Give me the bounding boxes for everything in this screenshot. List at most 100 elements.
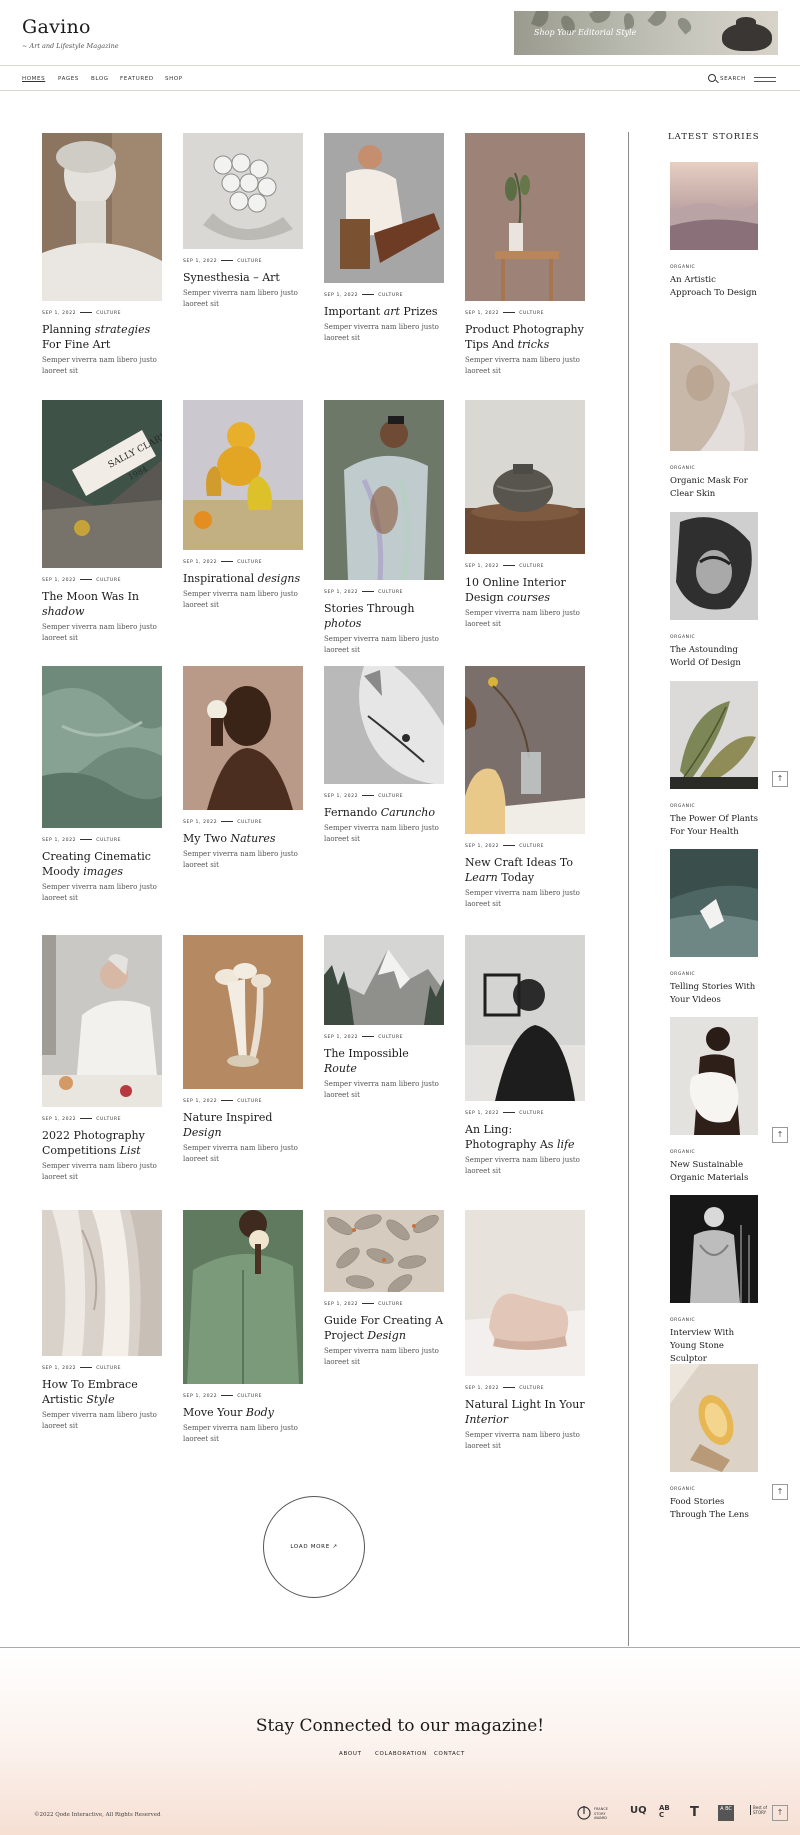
post-category[interactable]: CULTURE	[96, 1366, 121, 1371]
post-image[interactable]	[465, 133, 585, 301]
post-title[interactable]: My Two Natures	[183, 831, 303, 846]
post-title[interactable]: The Moon Was In shadow	[42, 589, 162, 619]
post-image[interactable]	[42, 133, 162, 301]
story-image[interactable]	[670, 1017, 758, 1135]
post-image[interactable]	[42, 1210, 162, 1356]
story-title[interactable]: Food Stories Through The Lens	[670, 1496, 758, 1522]
post-image[interactable]	[465, 666, 585, 834]
story-tag[interactable]: ORGANIC	[670, 1150, 758, 1155]
post-category[interactable]: CULTURE	[237, 820, 262, 825]
post-card[interactable]: SEP 1, 2022 CULTURE Creating Cinematic Mo…	[42, 666, 162, 904]
post-category[interactable]: CULTURE	[519, 311, 544, 316]
post-image[interactable]	[465, 1210, 585, 1376]
post-category[interactable]: CULTURE	[96, 311, 121, 316]
post-category[interactable]: CULTURE	[237, 1394, 262, 1399]
post-title[interactable]: The Impossible Route	[324, 1046, 444, 1076]
sidebar-story[interactable]: ORGANIC Telling Stories With Your Videos	[670, 849, 758, 1007]
story-image[interactable]	[670, 343, 758, 451]
sidebar-story[interactable]: ORGANIC Food Stories Through The Lens	[670, 1364, 758, 1522]
post-card[interactable]: SEP 1, 2022 CULTURE Important art Prizes …	[324, 133, 444, 344]
back-to-top-button[interactable]: ↑	[772, 771, 788, 787]
post-card[interactable]: SEP 1, 2022 CULTURE 2022 Photography Comp…	[42, 935, 162, 1183]
post-card[interactable]: SEP 1, 2022 CULTURE Fernando Caruncho Sem…	[324, 666, 444, 845]
post-title[interactable]: Stories Through photos	[324, 601, 444, 631]
post-image[interactable]	[183, 935, 303, 1089]
sidebar-story[interactable]: ORGANIC New Sustainable Organic Material…	[670, 1017, 758, 1185]
story-image[interactable]	[670, 512, 758, 620]
story-tag[interactable]: ORGANIC	[670, 635, 758, 640]
post-card[interactable]: SEP 1, 2022 CULTURE Synesthesia – Art Sem…	[183, 133, 303, 310]
story-title[interactable]: An Artistic Approach To Design	[670, 274, 758, 300]
post-title[interactable]: New Craft Ideas To Learn Today	[465, 855, 585, 885]
post-title[interactable]: Natural Light In Your Interior	[465, 1397, 585, 1427]
post-image[interactable]: SALLY CLARKE 1984	[42, 400, 162, 568]
post-card[interactable]: SEP 1, 2022 CULTURE 10 Online Interior De…	[465, 400, 585, 630]
post-card[interactable]: SEP 1, 2022 CULTURE Product Photography T…	[465, 133, 585, 377]
load-more-button[interactable]: LOAD MORE ↗	[263, 1496, 365, 1598]
story-image[interactable]	[670, 681, 758, 789]
story-tag[interactable]: ORGANIC	[670, 1487, 758, 1492]
post-category[interactable]: CULTURE	[237, 259, 262, 264]
post-title[interactable]: Fernando Caruncho	[324, 805, 444, 820]
post-card[interactable]: SALLY CLARKE 1984 SEP 1, 2022 CULTURE The…	[42, 400, 162, 644]
sidebar-story[interactable]: ORGANIC The Power Of Plants For Your Hea…	[670, 681, 758, 839]
story-title[interactable]: Interview With Young Stone Sculptor	[670, 1327, 758, 1366]
post-title[interactable]: 2022 Photography Competitions List	[42, 1128, 162, 1158]
post-category[interactable]: CULTURE	[519, 564, 544, 569]
post-image[interactable]	[465, 935, 585, 1101]
post-category[interactable]: CULTURE	[519, 844, 544, 849]
post-card[interactable]: SEP 1, 2022 CULTURE Natural Light In Your…	[465, 1210, 585, 1452]
post-title[interactable]: Planning strategies For Fine Art	[42, 322, 162, 352]
post-image[interactable]	[42, 666, 162, 828]
post-card[interactable]: SEP 1, 2022 CULTURE My Two Natures Semper…	[183, 666, 303, 871]
post-card[interactable]: SEP 1, 2022 CULTURE Move Your Body Semper…	[183, 1210, 303, 1445]
post-image[interactable]	[183, 666, 303, 810]
footer-link-about[interactable]: ABOUT	[339, 1751, 362, 1757]
sidebar-story[interactable]: ORGANIC Interview With Young Stone Sculp…	[670, 1195, 758, 1366]
sidebar-story[interactable]: ORGANIC Organic Mask For Clear Skin	[670, 343, 758, 501]
post-image[interactable]	[324, 133, 444, 283]
story-image[interactable]	[670, 1195, 758, 1303]
story-tag[interactable]: ORGANIC	[670, 1318, 758, 1323]
story-title[interactable]: Telling Stories With Your Videos	[670, 981, 758, 1007]
story-tag[interactable]: ORGANIC	[670, 804, 758, 809]
story-tag[interactable]: ORGANIC	[670, 972, 758, 977]
nav-item-shop[interactable]: SHOP	[165, 76, 183, 82]
post-image[interactable]	[183, 133, 303, 249]
post-category[interactable]: CULTURE	[96, 1117, 121, 1122]
post-category[interactable]: CULTURE	[237, 1099, 262, 1104]
post-title[interactable]: Important art Prizes	[324, 304, 444, 319]
sidebar-story[interactable]: ORGANIC An Artistic Approach To Design	[670, 162, 758, 300]
site-logo[interactable]: Gavino	[22, 16, 91, 38]
post-title[interactable]: Product Photography Tips And tricks	[465, 322, 585, 352]
story-tag[interactable]: ORGANIC	[670, 466, 758, 471]
story-title[interactable]: New Sustainable Organic Materials	[670, 1159, 758, 1185]
post-image[interactable]	[42, 935, 162, 1107]
footer-link-colaboration[interactable]: COLABORATION	[375, 1751, 427, 1757]
story-tag[interactable]: ORGANIC	[670, 265, 758, 270]
nav-item-blog[interactable]: BLOG	[91, 76, 109, 82]
hamburger-menu-icon[interactable]	[754, 77, 776, 82]
post-image[interactable]	[324, 935, 444, 1025]
story-image[interactable]	[670, 849, 758, 957]
post-image[interactable]	[324, 1210, 444, 1292]
post-card[interactable]: SEP 1, 2022 CULTURE How To Embrace Artist…	[42, 1210, 162, 1432]
post-title[interactable]: An Ling: Photography As life	[465, 1122, 585, 1152]
story-title[interactable]: The Power Of Plants For Your Health	[670, 813, 758, 839]
post-card[interactable]: SEP 1, 2022 CULTURE New Craft Ideas To Le…	[465, 666, 585, 910]
post-card[interactable]: SEP 1, 2022 CULTURE An Ling: Photography …	[465, 935, 585, 1177]
post-card[interactable]: SEP 1, 2022 CULTURE Guide For Creating A …	[324, 1210, 444, 1368]
post-image[interactable]	[183, 1210, 303, 1384]
back-to-top-button[interactable]: ↑	[772, 1484, 788, 1500]
story-title[interactable]: Organic Mask For Clear Skin	[670, 475, 758, 501]
back-to-top-button[interactable]: ↑	[772, 1127, 788, 1143]
post-category[interactable]: CULTURE	[378, 590, 403, 595]
post-card[interactable]: SEP 1, 2022 CULTURE Nature Inspired Desig…	[183, 935, 303, 1165]
story-image[interactable]	[670, 1364, 758, 1472]
nav-item-featured[interactable]: FEATURED	[120, 76, 154, 82]
post-category[interactable]: CULTURE	[519, 1111, 544, 1116]
post-image[interactable]	[324, 666, 444, 784]
post-category[interactable]: CULTURE	[519, 1386, 544, 1391]
post-card[interactable]: SEP 1, 2022 CULTURE Planning strategies F…	[42, 133, 162, 377]
post-title[interactable]: 10 Online Interior Design courses	[465, 575, 585, 605]
